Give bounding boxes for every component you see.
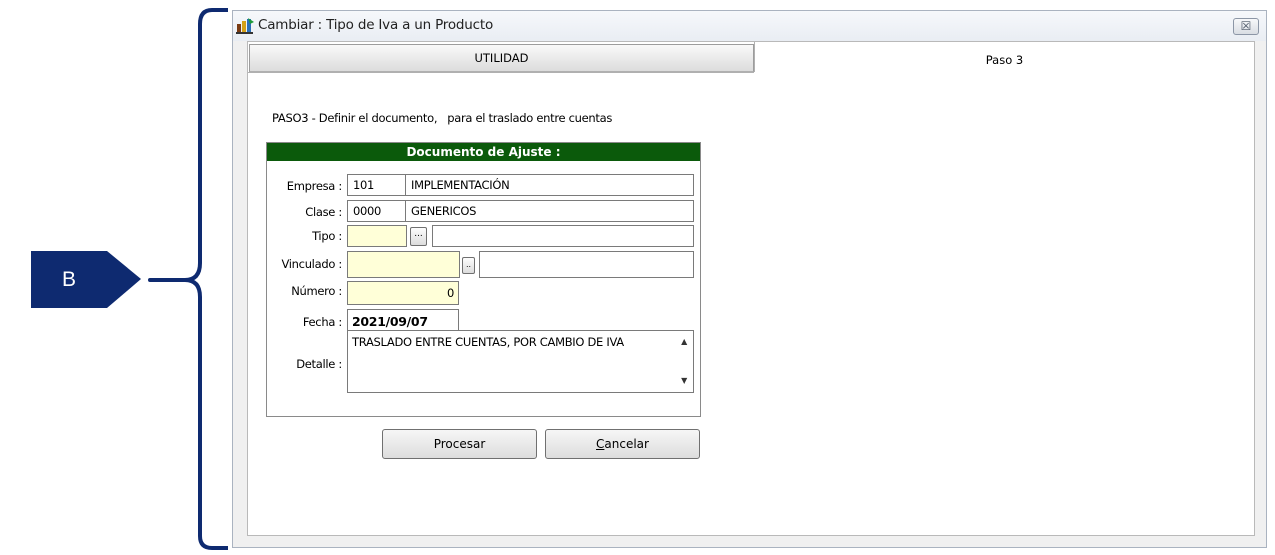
vinculado-lookup-button[interactable]: .. [462, 257, 475, 274]
empresa-label: Empresa : [286, 179, 343, 193]
empresa-separator [405, 175, 406, 195]
detalle-textarea[interactable]: TRASLADO ENTRE CUENTAS, POR CAMBIO DE IV… [347, 330, 694, 393]
panel-header: Documento de Ajuste : [267, 143, 700, 161]
client-area: UTILIDAD Paso 3 PASO3 - Definir el docum… [247, 41, 1255, 536]
numero-input[interactable]: 0 [347, 281, 459, 305]
tab-paso3-label: Paso 3 [985, 53, 1024, 67]
tab-paso3[interactable]: Paso 3 [754, 42, 1254, 72]
annotation-label: B [31, 251, 107, 308]
clase-code: 0000 [353, 204, 382, 218]
tipo-lookup-button[interactable]: ... [410, 227, 427, 246]
scroll-down-icon[interactable]: ▼ [679, 376, 689, 386]
title-bar: Cambiar : Tipo de Iva a un Producto ☒ [233, 11, 1266, 41]
tab-utilidad-label: UTILIDAD [474, 51, 529, 65]
cancelar-label: Cancelar [596, 437, 649, 451]
fecha-label: Fecha : [302, 315, 342, 329]
cancelar-button[interactable]: Cancelar [545, 429, 700, 459]
scroll-up-icon[interactable]: ▲ [679, 337, 689, 347]
vinculado-code-input[interactable] [347, 251, 460, 278]
empresa-name: IMPLEMENTACIÓN [411, 178, 510, 192]
close-button[interactable]: ☒ [1233, 18, 1259, 35]
numero-label: Número : [291, 284, 342, 298]
annotation-arrow [107, 251, 141, 308]
empresa-code: 101 [353, 178, 375, 192]
tipo-name-field[interactable] [432, 225, 694, 247]
clase-field[interactable]: 0000 GENERICOS [347, 200, 694, 222]
document-panel: Documento de Ajuste : Empresa : 101 IMPL… [266, 142, 701, 417]
vinculado-name-field[interactable] [479, 251, 694, 278]
detalle-label: Detalle : [296, 357, 342, 371]
tipo-label: Tipo : [312, 229, 342, 243]
annotation-brace [148, 8, 228, 550]
clase-separator [405, 201, 406, 221]
clase-label: Clase : [305, 205, 342, 219]
vinculado-label: Vinculado : [281, 257, 342, 271]
app-icon [236, 18, 254, 34]
tipo-code-input[interactable] [347, 225, 407, 247]
procesar-button[interactable]: Procesar [382, 429, 537, 459]
close-icon: ☒ [1240, 19, 1252, 33]
tab-utilidad[interactable]: UTILIDAD [249, 44, 754, 72]
clase-name: GENERICOS [411, 204, 477, 218]
empresa-field[interactable]: 101 IMPLEMENTACIÓN [347, 174, 694, 196]
instruction-text: PASO3 - Definir el documento, para el tr… [272, 111, 613, 125]
tab-divider [248, 72, 754, 73]
app-window: Cambiar : Tipo de Iva a un Producto ☒ UT… [232, 10, 1267, 548]
detalle-text: TRASLADO ENTRE CUENTAS, POR CAMBIO DE IV… [352, 335, 624, 349]
window-title: Cambiar : Tipo de Iva a un Producto [258, 17, 494, 33]
